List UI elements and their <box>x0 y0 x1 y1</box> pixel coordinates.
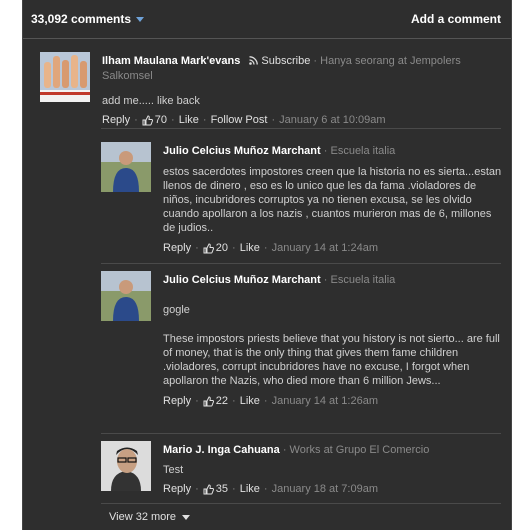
comments-header: 33,092 comments Add a comment <box>23 0 511 39</box>
comment-text: Test <box>163 464 184 476</box>
reply-link[interactable]: Reply <box>163 395 191 407</box>
like-link[interactable]: Like <box>240 395 260 407</box>
thumbs-up-icon <box>203 242 214 253</box>
comment-text: add me..... like back <box>102 95 200 107</box>
divider <box>101 503 501 504</box>
thumbs-up-icon <box>203 395 214 406</box>
commenter-name[interactable]: Ilham Maulana Mark'evans <box>102 55 240 67</box>
like-count: 20 <box>215 242 229 254</box>
commenter-info: Escuela italia <box>330 145 396 157</box>
thumbs-up-icon <box>142 114 153 125</box>
person-photo-icon <box>101 271 151 321</box>
commenter-name[interactable]: Julio Celcius Muñoz Marchant <box>163 145 321 157</box>
commenter-info: Works at Grupo El Comercio <box>289 444 430 456</box>
divider <box>101 263 501 264</box>
commenter-name[interactable]: Julio Celcius Muñoz Marchant <box>163 274 321 286</box>
like-link[interactable]: Like <box>240 483 260 495</box>
add-comment-button[interactable]: Add a comment <box>411 12 501 26</box>
view-more-label: View 32 more <box>109 511 177 523</box>
comment-actions: Reply · 20 · Like · January 14 at 1:24am <box>163 242 378 254</box>
comment-text: gogle <box>163 304 190 316</box>
like-count: 70 <box>154 114 168 126</box>
reply-link[interactable]: Reply <box>102 114 130 126</box>
avatar[interactable] <box>101 271 151 321</box>
divider <box>101 128 501 129</box>
jempol-avatar-icon <box>40 52 90 102</box>
rss-icon <box>249 56 259 65</box>
comment-actions: Reply · 22 · Like · January 14 at 1:26am <box>163 395 378 407</box>
avatar[interactable] <box>101 441 151 491</box>
commenter-name[interactable]: Mario J. Inga Cahuana <box>163 444 280 456</box>
person-photo-icon <box>101 142 151 192</box>
divider <box>101 433 501 434</box>
follow-post-link[interactable]: Follow Post <box>211 114 268 126</box>
sort-dropdown-icon[interactable] <box>136 17 145 22</box>
timestamp[interactable]: January 14 at 1:26am <box>272 395 378 407</box>
like-link[interactable]: Like <box>179 114 199 126</box>
comment-actions: Reply · 70 · Like · Follow Post · January 6 … <box>102 114 386 126</box>
comment-count-sort[interactable]: 33,092 comments <box>31 12 145 26</box>
person-photo-icon <box>101 441 151 491</box>
like-count: 22 <box>215 395 229 407</box>
reply-link[interactable]: Reply <box>163 483 191 495</box>
comment-actions: Reply · 35 · Like · January 18 at 7:09am <box>163 483 378 495</box>
subscribe-link[interactable]: Subscribe <box>261 55 310 67</box>
view-more-button[interactable]: View 32 more <box>109 511 191 523</box>
reply-link[interactable]: Reply <box>163 242 191 254</box>
comment-text-translation: These impostors priests believe that you… <box>163 333 500 387</box>
comment-text: estos sacerdotes impostores creen que la… <box>163 166 502 234</box>
commenter-info: Escuela italia <box>330 274 396 286</box>
comment-count: 33,092 comments <box>31 12 132 26</box>
timestamp[interactable]: January 18 at 7:09am <box>272 483 378 495</box>
chevron-down-icon <box>182 515 191 520</box>
avatar[interactable] <box>101 142 151 192</box>
like-link[interactable]: Like <box>240 242 260 254</box>
comments-panel: 33,092 comments Add a comment Ilham Maul… <box>22 0 512 530</box>
thumbs-up-icon <box>203 483 214 494</box>
timestamp[interactable]: January 6 at 10:09am <box>279 114 385 126</box>
like-count: 35 <box>215 483 229 495</box>
avatar[interactable] <box>40 52 90 102</box>
timestamp[interactable]: January 14 at 1:24am <box>272 242 378 254</box>
